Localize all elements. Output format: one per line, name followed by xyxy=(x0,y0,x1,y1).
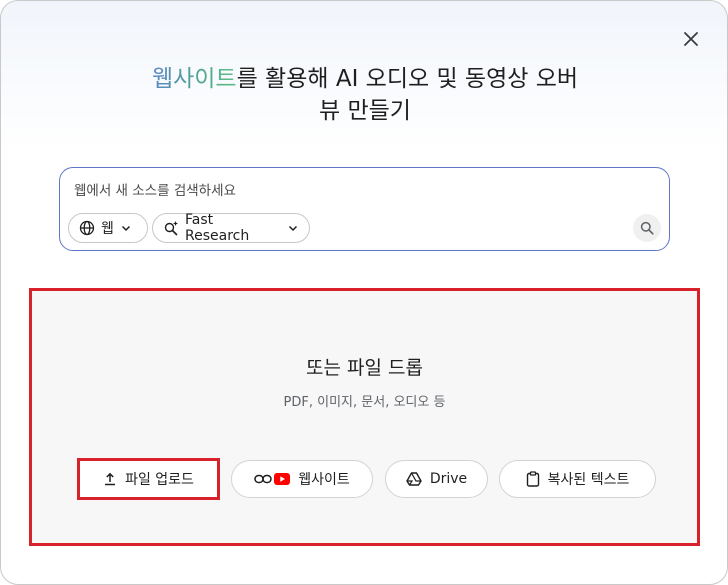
drive-button[interactable]: Drive xyxy=(385,460,488,498)
title-line-2: 뷰 만들기 xyxy=(319,98,411,124)
title-highlight: 웹사이트 xyxy=(151,66,237,92)
research-chip-label: Fast Research xyxy=(185,212,250,244)
research-mode-chip[interactable]: Fast Research xyxy=(152,212,310,244)
chevron-down-icon xyxy=(287,222,299,234)
chevron-down-icon xyxy=(120,222,132,234)
source-chip-label: 웹 xyxy=(101,221,114,237)
copied-text-button-label: 복사된 텍스트 xyxy=(547,472,630,488)
clipboard-icon xyxy=(526,471,540,487)
title-text: 를 활용해 AI 오디오 및 동영상 오버 xyxy=(236,66,579,92)
upload-file-button[interactable]: 파일 업로드 xyxy=(77,458,220,500)
dialog-title: 웹사이트를 활용해 AI 오디오 및 동영상 오버 뷰 만들기 xyxy=(101,63,629,127)
drop-title: 또는 파일 드롭 xyxy=(306,357,423,379)
close-button[interactable] xyxy=(677,25,705,53)
drop-subtitle: PDF, 이미지, 문서, 오디오 등 xyxy=(283,395,446,410)
link-icon xyxy=(254,473,272,485)
sparkle-search-icon xyxy=(163,220,179,236)
search-button[interactable] xyxy=(633,214,661,242)
close-icon xyxy=(684,32,698,46)
website-button[interactable]: 웹사이트 xyxy=(231,460,373,498)
youtube-icon xyxy=(274,473,291,485)
copied-text-button[interactable]: 복사된 텍스트 xyxy=(499,460,656,498)
upload-icon xyxy=(103,472,117,486)
search-input[interactable] xyxy=(74,180,614,202)
search-box: 웹 Fast Research xyxy=(59,167,670,251)
source-select-chip[interactable]: 웹 xyxy=(68,213,148,243)
add-source-dialog: 웹사이트를 활용해 AI 오디오 및 동영상 오버 뷰 만들기 웹에서 새 소스… xyxy=(0,0,728,585)
upload-button-label: 파일 업로드 xyxy=(125,472,194,488)
globe-icon xyxy=(79,220,95,236)
drive-button-label: Drive xyxy=(429,471,468,487)
website-button-label: 웹사이트 xyxy=(298,472,350,488)
search-icon xyxy=(640,221,654,235)
drive-icon xyxy=(406,472,422,486)
file-drop-area[interactable]: 또는 파일 드롭 PDF, 이미지, 문서, 오디오 등 파일 업로드 웹사이트… xyxy=(29,288,700,546)
